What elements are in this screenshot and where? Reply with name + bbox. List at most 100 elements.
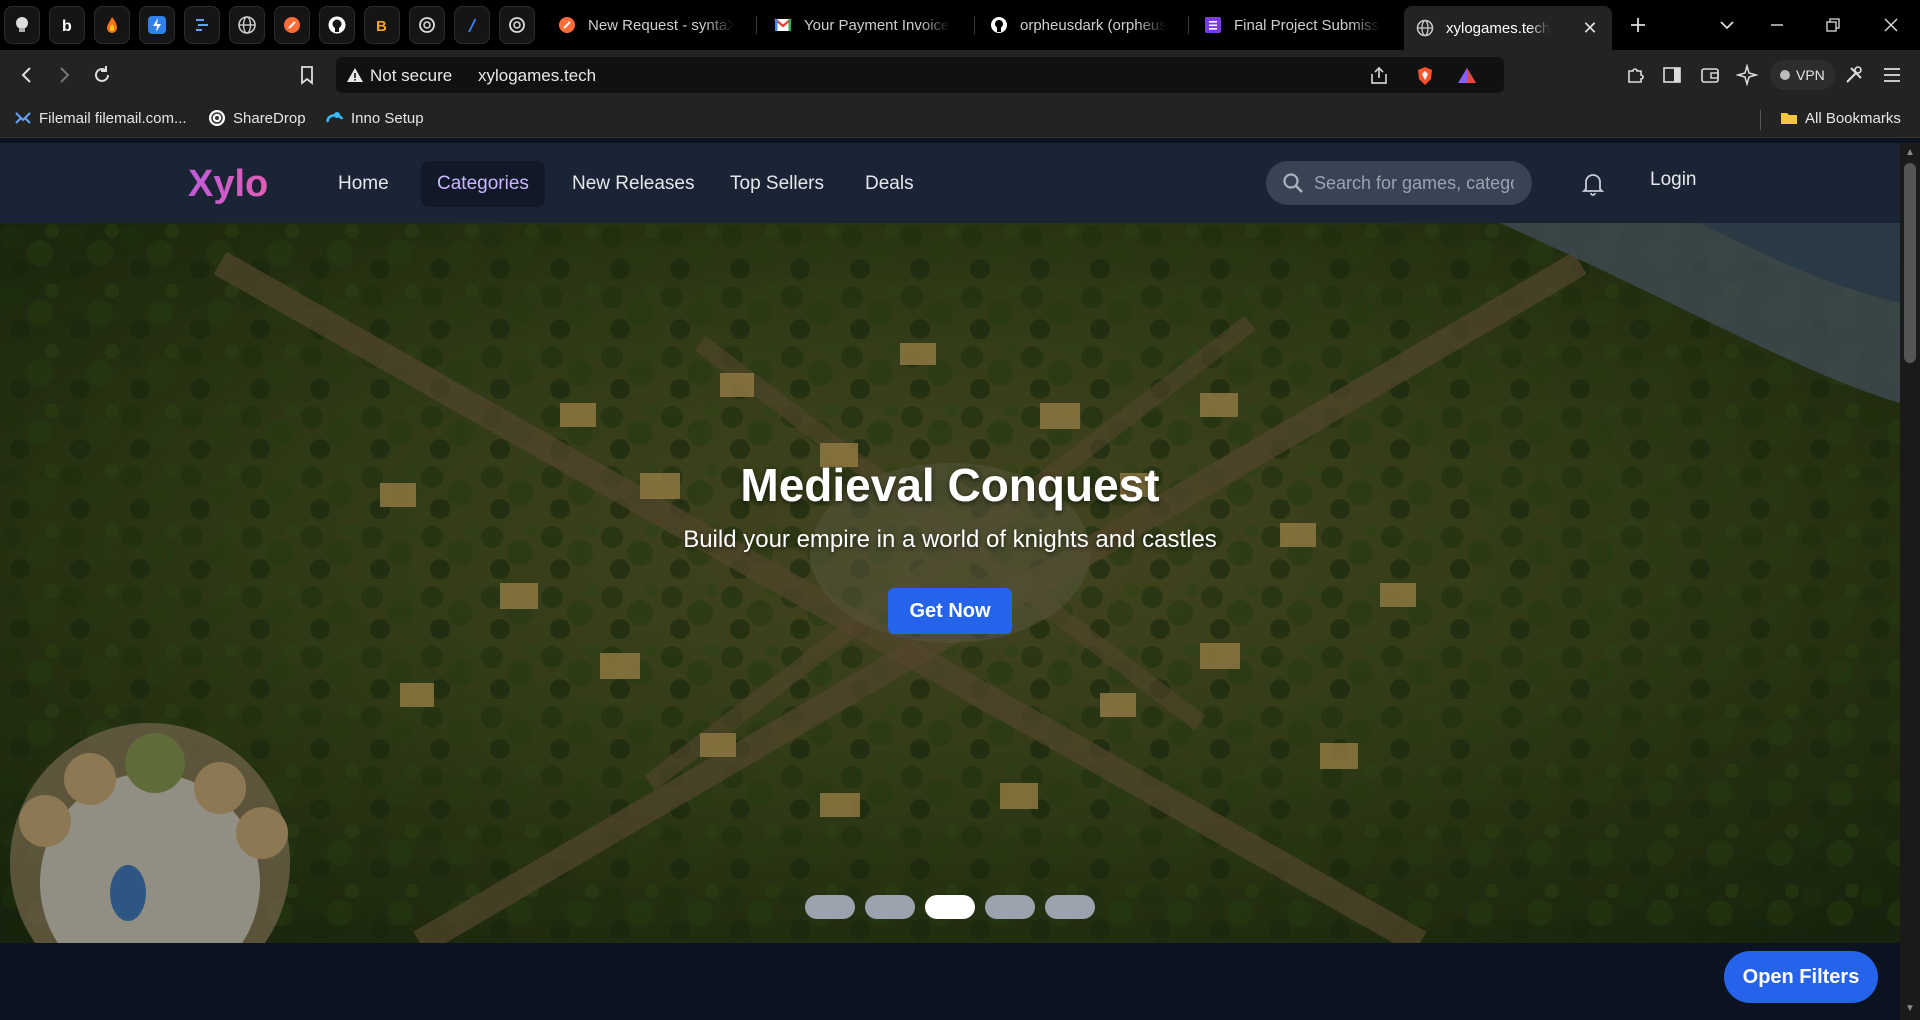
brave-shields-icon[interactable] [1414, 65, 1436, 87]
open-filters-button[interactable]: Open Filters [1724, 951, 1878, 1003]
search-box [1266, 161, 1532, 205]
carousel-dot-4[interactable] [985, 895, 1035, 919]
hero-title: Medieval Conquest [740, 459, 1160, 511]
url-text[interactable]: xylogames.tech [478, 66, 596, 86]
tab-title: Your Payment Invoice - [804, 16, 950, 34]
pinned-tab-bolt[interactable] [139, 6, 175, 44]
bookmark-sharedrop[interactable]: ShareDrop [208, 109, 306, 127]
tab-separator [1188, 16, 1189, 34]
sidebar-button[interactable] [1660, 63, 1684, 87]
carousel-dot-3[interactable] [925, 895, 975, 919]
inno-icon [326, 112, 344, 123]
bookmark-inno-setup[interactable]: Inno Setup [326, 109, 424, 127]
nav-new-releases[interactable]: New Releases [556, 161, 711, 207]
minimize-button[interactable] [1764, 12, 1790, 38]
tab-new-request[interactable]: New Request - syntaX_ [546, 6, 746, 44]
pinned-tab-openai[interactable] [409, 6, 445, 44]
new-tab-button[interactable] [1625, 12, 1651, 38]
carousel-dot-2[interactable] [865, 895, 915, 919]
carousel-dot-1[interactable] [805, 895, 855, 919]
svg-text:B: B [376, 18, 387, 35]
pinned-tab-github[interactable] [319, 6, 355, 44]
wallet-button[interactable] [1698, 63, 1722, 87]
close-tab-icon[interactable]: ✕ [1580, 18, 1600, 39]
reload-button[interactable] [90, 63, 114, 87]
hero-carousel: Medieval Conquest Build your empire in a… [0, 223, 1900, 943]
extensions-button[interactable] [1623, 63, 1647, 87]
bookmark-filemail[interactable]: Filemail filemail.com... [14, 109, 187, 127]
tab-payment-invoice[interactable]: Your Payment Invoice - [762, 6, 962, 44]
leo-ai-button[interactable] [1735, 63, 1759, 87]
get-now-button[interactable]: Get Now [888, 588, 1012, 634]
notification-bell-icon[interactable] [1580, 171, 1606, 197]
tab-final-project[interactable]: Final Project Submissio [1192, 6, 1392, 44]
bookmarks-bar: Filemail filemail.com... ShareDrop Inno … [0, 100, 1920, 138]
share-icon[interactable] [1368, 65, 1390, 87]
site-logo[interactable]: Xylo [188, 163, 268, 206]
page-scrollbar[interactable]: ▲ ▼ [1900, 143, 1920, 1020]
reload-icon [95, 66, 109, 82]
puzzle-icon [1628, 68, 1644, 83]
tab-search-button[interactable] [1714, 12, 1740, 38]
svg-text:b: b [62, 18, 72, 35]
login-link[interactable]: Login [1650, 169, 1697, 191]
nav-categories[interactable]: Categories [421, 161, 545, 207]
b-coin-icon: B [376, 18, 387, 35]
forward-button[interactable] [52, 63, 76, 87]
sharedrop-icon [209, 110, 225, 126]
flame-icon [107, 17, 117, 33]
vpn-label: VPN [1796, 67, 1825, 83]
search-input[interactable] [1314, 161, 1514, 205]
pinned-tab-b[interactable]: b [49, 6, 85, 44]
pinned-tab-flame[interactable] [94, 6, 130, 44]
scrollbar-thumb[interactable] [1904, 163, 1916, 363]
pinned-tab-bcoin[interactable]: B [364, 6, 400, 44]
tab-xylogames[interactable]: xylogames.tech ✕ [1404, 6, 1612, 50]
scroll-down-icon[interactable]: ▼ [1905, 1003, 1915, 1014]
bookmark-label: Inno Setup [351, 109, 424, 127]
pinned-tab-postman[interactable] [274, 6, 310, 44]
nav-top-sellers[interactable]: Top Sellers [714, 161, 840, 207]
minimize-icon [1771, 24, 1783, 26]
tools-button[interactable] [1842, 63, 1866, 87]
nav-deals[interactable]: Deals [849, 161, 930, 207]
web-page: Xylo Home Categories New Releases Top Se… [0, 143, 1900, 1020]
postman-icon [284, 17, 300, 33]
restore-icon [1826, 18, 1840, 32]
carousel-dot-5[interactable] [1045, 895, 1095, 919]
carousel-indicators [805, 895, 1095, 919]
brave-rewards-icon[interactable] [1456, 65, 1478, 87]
menu-button[interactable] [1880, 63, 1904, 87]
pinned-tab-globe[interactable] [229, 6, 265, 44]
globe-icon [238, 16, 256, 34]
arrow-right-icon [60, 67, 70, 83]
tab-title: New Request - syntaX_ [588, 16, 734, 34]
close-window-button[interactable] [1878, 12, 1904, 38]
lines-icon [196, 19, 208, 31]
back-button[interactable] [15, 63, 39, 87]
all-bookmarks-button[interactable]: All Bookmarks [1780, 109, 1901, 127]
tab-title: Final Project Submissio [1234, 16, 1380, 34]
sidebar-icon [1663, 67, 1681, 83]
bookmark-page-button[interactable] [295, 63, 319, 87]
pinned-tab-lines[interactable] [184, 6, 220, 44]
bookmarks-divider [1760, 110, 1761, 130]
pinned-tab-bulb[interactable] [4, 6, 40, 44]
vpn-button[interactable]: VPN [1770, 60, 1835, 90]
nav-home[interactable]: Home [322, 161, 405, 207]
github-icon [328, 16, 346, 34]
pinned-tab-arrow-app[interactable] [454, 6, 490, 44]
tab-title: orpheusdark (orpheusd [1020, 16, 1166, 34]
pinned-tab-openai-2[interactable] [499, 6, 535, 44]
tab-github-profile[interactable]: orpheusdark (orpheusd [978, 6, 1178, 44]
openai-icon [419, 17, 435, 33]
wallet-icon [1701, 68, 1719, 83]
scroll-up-icon[interactable]: ▲ [1905, 147, 1915, 158]
form-icon [1204, 16, 1222, 34]
security-status[interactable]: Not secure [370, 66, 452, 86]
address-bar[interactable]: Not secure xylogames.tech [336, 57, 1504, 93]
site-navbar: Xylo Home Categories New Releases Top Se… [0, 143, 1900, 223]
bulb-icon [16, 17, 28, 32]
restore-button[interactable] [1820, 12, 1846, 38]
b-letter-icon: b [62, 18, 72, 35]
